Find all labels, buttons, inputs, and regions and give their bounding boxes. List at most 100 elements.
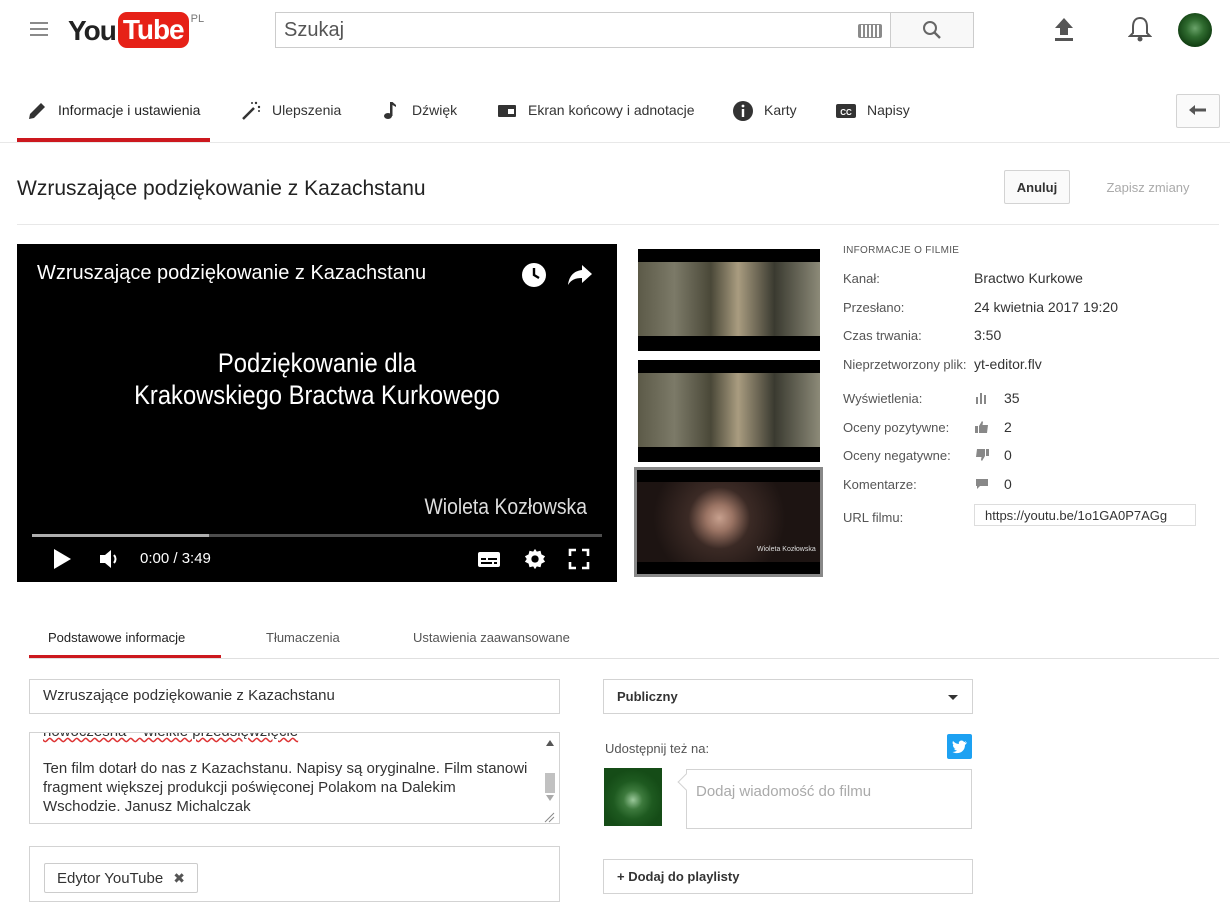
notifications-bell-icon[interactable] bbox=[1128, 15, 1152, 43]
back-arrow-icon bbox=[1189, 105, 1206, 115]
description-textarea[interactable]: nowoczesna – wielkie przedsięwzięcie Ten… bbox=[29, 732, 560, 824]
page-title: Wzruszające podziękowanie z Kazachstanu bbox=[17, 177, 426, 200]
privacy-value: Publiczny bbox=[617, 689, 678, 704]
video-player[interactable]: Wzruszające podziękowanie z Kazachstanu … bbox=[17, 244, 617, 582]
channel-label: Kanał: bbox=[843, 271, 880, 286]
comments-value: 0 bbox=[1004, 476, 1012, 492]
remove-tag-icon[interactable]: ✖ bbox=[173, 870, 185, 887]
add-to-playlist-button[interactable]: + Dodaj do playlisty bbox=[603, 859, 973, 894]
country-code: PL bbox=[190, 13, 205, 25]
tab-subtitles[interactable]: CC Napisy bbox=[835, 98, 910, 142]
buffered-fill bbox=[32, 534, 209, 537]
share-arrow-icon[interactable] bbox=[566, 262, 594, 288]
search-input[interactable] bbox=[276, 13, 846, 47]
tab-translations[interactable]: Tłumaczenia bbox=[266, 630, 340, 645]
description-text: Ten film dotarł do nas z Kazachstanu. Na… bbox=[43, 760, 528, 815]
channel-value: Bractwo Kurkowe bbox=[974, 270, 1083, 286]
comments-label: Komentarze: bbox=[843, 477, 917, 492]
tag-label: Edytor YouTube bbox=[57, 869, 164, 887]
divider bbox=[29, 658, 1219, 659]
search-icon bbox=[923, 21, 941, 39]
progress-bar[interactable] bbox=[32, 534, 602, 537]
account-avatar[interactable] bbox=[1178, 13, 1212, 47]
video-title-input[interactable]: Wzruszające podziękowanie z Kazachstanu bbox=[29, 679, 560, 714]
play-icon[interactable] bbox=[52, 547, 72, 571]
tab-label: Napisy bbox=[867, 102, 910, 118]
scroll-up-icon[interactable] bbox=[546, 740, 554, 746]
dislikes-label: Oceny negatywne: bbox=[843, 448, 951, 463]
thumbnail-option[interactable] bbox=[638, 249, 820, 351]
description-scrolled-line: nowoczesna – wielkie przedsięwzięcie bbox=[43, 733, 298, 740]
fullscreen-icon[interactable] bbox=[568, 547, 590, 571]
share-also-label: Udostępnij też na: bbox=[605, 741, 710, 756]
settings-gear-icon[interactable] bbox=[524, 547, 546, 571]
tab-label: Ekran końcowy i adnotacje bbox=[528, 102, 695, 118]
likes-label: Oceny pozytywne: bbox=[843, 420, 950, 435]
search-box bbox=[275, 12, 891, 48]
share-message-placeholder: Dodaj wiadomość do filmu bbox=[696, 783, 872, 800]
thumbnail-caption: Wioleta Kozłowska bbox=[757, 546, 816, 553]
cancel-button[interactable]: Anuluj bbox=[1004, 170, 1070, 204]
frame-text-line-2: Krakowskiego Bractwa Kurkowego bbox=[134, 380, 500, 410]
pencil-icon bbox=[29, 103, 45, 119]
thumbnail-image bbox=[638, 262, 820, 336]
share-message-input[interactable]: Dodaj wiadomość do filmu bbox=[677, 769, 972, 829]
dropdown-caret-icon bbox=[948, 695, 958, 700]
thumbs-up-icon bbox=[975, 421, 988, 433]
frame-author: Wioleta Kozłowska bbox=[424, 494, 587, 519]
save-changes-button[interactable]: Zapisz zmiany bbox=[1090, 170, 1206, 204]
youtube-logo[interactable]: You Tube PL bbox=[68, 12, 204, 50]
scrollbar[interactable] bbox=[543, 737, 557, 823]
menu-line bbox=[30, 34, 48, 36]
tab-label: Informacje i ustawienia bbox=[58, 102, 201, 118]
scroll-down-icon[interactable] bbox=[546, 795, 554, 801]
speech-notch bbox=[677, 773, 695, 791]
watch-later-clock-icon[interactable] bbox=[521, 262, 547, 288]
tab-audio[interactable]: Dźwięk bbox=[380, 98, 457, 142]
thumbnail-option[interactable] bbox=[638, 360, 820, 462]
raw-file-value: yt-editor.flv bbox=[974, 356, 1042, 372]
tab-label: Karty bbox=[764, 102, 797, 118]
volume-icon[interactable] bbox=[98, 547, 120, 571]
likes-value: 2 bbox=[1004, 419, 1012, 435]
logo-text-you: You bbox=[68, 15, 117, 46]
tab-info-settings[interactable]: Informacje i ustawienia bbox=[26, 98, 200, 142]
bar-chart-icon bbox=[976, 393, 986, 404]
upload-icon[interactable] bbox=[1052, 16, 1076, 42]
divider bbox=[0, 142, 1230, 143]
tab-advanced-settings[interactable]: Ustawienia zaawansowane bbox=[413, 630, 570, 645]
url-label: URL filmu: bbox=[843, 510, 904, 525]
channel-avatar bbox=[604, 768, 662, 826]
tab-label: Ulepszenia bbox=[272, 102, 342, 118]
thumbs-down-icon bbox=[976, 449, 989, 461]
twitter-bird-icon bbox=[952, 740, 967, 753]
end-screen-icon bbox=[498, 105, 516, 117]
raw-file-label: Nieprzetworzony plik: bbox=[843, 357, 967, 372]
keyboard-icon[interactable] bbox=[858, 24, 882, 38]
menu-line bbox=[30, 22, 48, 24]
logo-text-tube: Tube bbox=[117, 12, 189, 48]
tab-basic-info[interactable]: Podstawowe informacje bbox=[48, 630, 185, 645]
tag-chip: Edytor YouTube ✖ bbox=[44, 863, 198, 893]
search-button[interactable] bbox=[890, 12, 974, 48]
resize-grip-icon[interactable] bbox=[543, 811, 555, 823]
scrollbar-thumb[interactable] bbox=[545, 773, 555, 793]
duration-value: 3:50 bbox=[974, 327, 1002, 343]
tab-end-screen[interactable]: Ekran końcowy i adnotacje bbox=[496, 98, 695, 142]
dislikes-value: 0 bbox=[1004, 447, 1012, 463]
thumbnail-option-selected[interactable]: Wioleta Kozłowska bbox=[634, 467, 823, 577]
twitter-share-button[interactable] bbox=[947, 734, 972, 759]
magic-wand-icon bbox=[242, 101, 261, 120]
tab-cards[interactable]: Karty bbox=[732, 98, 797, 142]
thumbnail-image bbox=[638, 373, 820, 447]
back-button[interactable] bbox=[1176, 94, 1220, 128]
menu-line bbox=[30, 28, 48, 30]
subtitles-icon[interactable] bbox=[477, 547, 501, 571]
tags-input[interactable]: Edytor YouTube ✖ bbox=[29, 846, 560, 902]
privacy-dropdown[interactable]: Publiczny bbox=[603, 679, 973, 714]
comment-bubble-icon bbox=[976, 479, 988, 489]
tab-enhancements[interactable]: Ulepszenia bbox=[240, 98, 341, 142]
guide-menu-button[interactable] bbox=[30, 22, 48, 36]
player-title: Wzruszające podziękowanie z Kazachstanu bbox=[37, 262, 427, 284]
video-url-field[interactable]: https://youtu.be/1o1GA0P7AGg bbox=[974, 504, 1196, 526]
